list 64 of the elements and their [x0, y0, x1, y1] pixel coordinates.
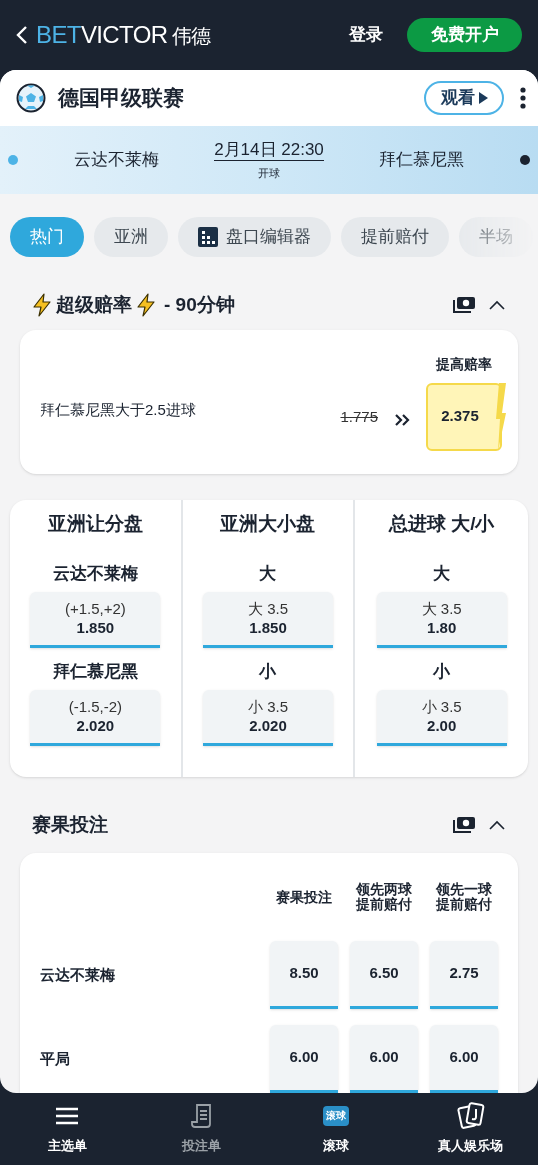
outcome-label: 平局 [40, 1048, 70, 1069]
watch-button[interactable]: 观看 [424, 81, 504, 115]
grid-icon [198, 227, 218, 247]
market-title: 亚洲大小盘 [220, 512, 316, 536]
odds-button[interactable]: 大 3.5 1.850 [203, 592, 333, 648]
column-header: 赛果投注 [275, 889, 333, 905]
market-title: 亚洲让分盘 [47, 512, 143, 536]
odds-button[interactable]: 6.50 [350, 941, 418, 1009]
kickoff-label: 开球 [257, 165, 280, 181]
selection-label: 拜仁慕尼黑大于2.5进球 [40, 399, 196, 420]
outcome-label: 大 [433, 563, 451, 586]
cash-icon[interactable] [452, 295, 476, 315]
playing-cards-icon [456, 1102, 485, 1131]
receipt-icon [190, 1103, 213, 1130]
nav-tab[interactable]: 滚球 滚球 [269, 1093, 404, 1165]
lightning-icon [496, 382, 506, 451]
column-header: 领先两球提前赔付 [355, 882, 413, 912]
outcome-label: 小 [259, 661, 277, 684]
cash-icon[interactable] [452, 815, 476, 835]
soccer-ball-icon [16, 83, 46, 113]
odds-button[interactable]: 小 3.5 2.00 [376, 690, 507, 746]
odds-button[interactable]: 2.75 [430, 941, 498, 1009]
odds-button[interactable]: 6.00 [270, 1025, 338, 1093]
old-odds: 1.775 [340, 407, 378, 427]
market-tab[interactable]: 提前赔付 [341, 217, 449, 257]
outcome-label: 云达不莱梅 [52, 563, 138, 586]
outcome-label: 大 [259, 563, 277, 586]
market-title: 总进球 大/小 [388, 512, 495, 536]
menu-icon [55, 1106, 80, 1127]
back-icon[interactable] [16, 25, 28, 45]
away-team: 拜仁慕尼黑 [378, 149, 466, 172]
more-icon[interactable] [520, 87, 526, 109]
nav-tab[interactable]: 真人娱乐场 [403, 1093, 538, 1165]
column-header: 领先一球提前赔付 [435, 882, 493, 912]
lightning-icon [32, 293, 52, 317]
play-icon [478, 92, 488, 104]
double-chevron-icon [394, 412, 410, 427]
login-button[interactable]: 登录 [349, 22, 383, 48]
chevron-up-icon[interactable] [488, 819, 506, 831]
logo[interactable]: BETVICTOR 伟德 [36, 17, 211, 53]
section-title: 超级赔率 [56, 292, 132, 317]
odds-button[interactable]: 小 3.5 2.020 [203, 690, 333, 746]
odds-button[interactable]: (-1.5,-2) 2.020 [30, 690, 161, 746]
lightning-icon [136, 293, 156, 317]
nav-tab[interactable]: 主选单 [0, 1093, 135, 1165]
league-title: 德国甲级联赛 [58, 85, 184, 112]
chevron-up-icon[interactable] [488, 299, 506, 311]
outcome-label: 小 [433, 661, 451, 684]
odds-button[interactable]: 大 3.5 1.80 [376, 592, 507, 648]
odds-button[interactable]: 6.00 [350, 1025, 418, 1093]
outcome-label: 拜仁慕尼黑 [52, 661, 138, 684]
boost-column-label: 提高赔率 [436, 354, 492, 374]
outcome-label: 云达不莱梅 [40, 964, 115, 985]
kickoff-time: 2月14日 22:30 [214, 138, 324, 161]
odds-button[interactable]: (+1.5,+2) 1.850 [30, 592, 161, 648]
odds-button[interactable]: 8.50 [270, 941, 338, 1009]
market-tab[interactable]: 亚洲 [94, 217, 168, 257]
section-subtitle: - 90分钟 [164, 292, 235, 317]
section-title: 赛果投注 [32, 812, 108, 837]
home-team: 云达不莱梅 [72, 149, 160, 172]
signup-button[interactable]: 免费开户 [407, 18, 522, 52]
live-badge: 滚球 [323, 1106, 350, 1127]
market-tab[interactable]: 盘口编辑器 [178, 217, 331, 257]
odds-button[interactable]: 6.00 [430, 1025, 498, 1093]
